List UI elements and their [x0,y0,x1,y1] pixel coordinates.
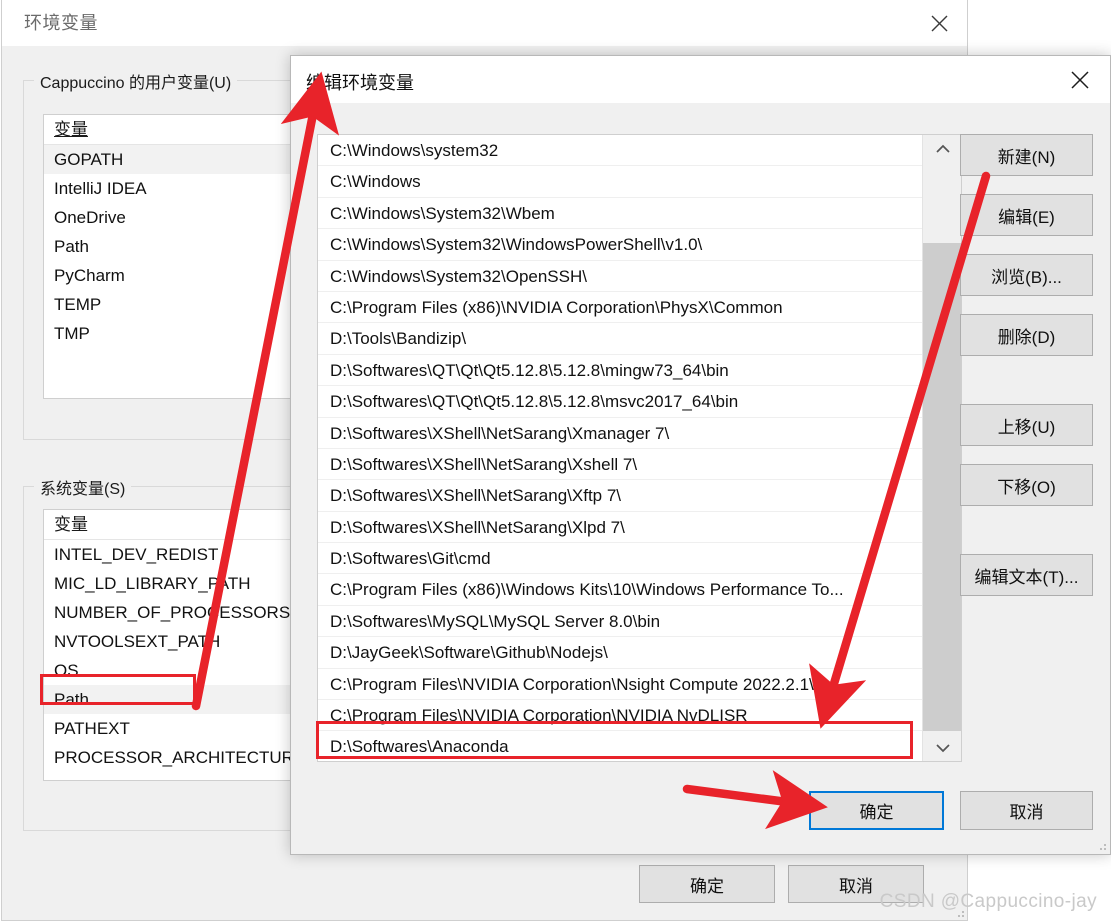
list-item[interactable]: D:\Softwares\QT\Qt\Qt5.12.8\5.12.8\mingw… [318,355,961,387]
system-variables-column-header-label: 变量 [54,515,88,534]
annotation-box-path-row [40,674,196,705]
chevron-down-icon[interactable] [923,734,961,761]
close-icon[interactable] [911,0,967,46]
list-item[interactable]: D:\Softwares\XShell\NetSarang\Xmanager 7… [318,418,961,449]
bg-ok-button[interactable]: 确定 [639,865,775,903]
list-item[interactable]: D:\JayGeek\Software\Github\Nodejs\ [318,637,961,669]
list-item[interactable]: D:\Softwares\Git\cmd [318,543,961,575]
new-button[interactable]: 新建(N) [960,134,1093,176]
screen: 环境变量 Cappuccino 的用户变量(U) 变量 GOPATH Intel… [0,0,1111,921]
edit-button[interactable]: 编辑(E) [960,194,1093,236]
watermark: CSDN @Cappuccino-jay [879,891,1097,912]
list-item[interactable]: C:\Windows\system32 [318,135,961,167]
bg-window-titlebar: 环境变量 [2,0,967,46]
user-variables-column-header-label: 变量 [54,120,88,139]
list-item[interactable]: C:\Windows\System32\WindowsPowerShell\v1… [318,229,961,261]
edit-dialog-titlebar: 编辑环境变量 [291,56,1110,103]
scrollbar-thumb[interactable] [923,243,961,731]
edit-cancel-button[interactable]: 取消 [960,791,1093,830]
move-down-button[interactable]: 下移(O) [960,464,1093,506]
list-item[interactable]: D:\Softwares\MySQL\MySQL Server 8.0\bin [318,606,961,638]
path-list-scrollbar[interactable] [922,135,961,761]
list-item[interactable]: C:\Windows\System32\Wbem [318,198,961,230]
user-variables-legend: Cappuccino 的用户变量(U) [34,69,238,93]
delete-button[interactable]: 删除(D) [960,314,1093,356]
edit-text-button[interactable]: 编辑文本(T)... [960,554,1093,596]
list-item[interactable]: D:\Softwares\XShell\NetSarang\Xlpd 7\ [318,512,961,544]
list-item[interactable]: C:\Windows [318,166,961,198]
chevron-up-icon[interactable] [923,135,961,162]
list-item[interactable]: C:\Program Files\NVIDIA Corporation\Nsig… [318,669,961,701]
close-icon[interactable] [1050,56,1110,103]
edit-ok-button[interactable]: 确定 [809,791,944,830]
list-item[interactable]: D:\Softwares\XShell\NetSarang\Xftp 7\ [318,480,961,512]
edit-resize-grip[interactable] [1094,838,1106,850]
list-item[interactable]: D:\Tools\Bandizip\ [318,323,961,355]
list-item[interactable]: D:\Softwares\XShell\NetSarang\Xshell 7\ [318,449,961,481]
annotation-box-selected-entry [316,721,913,759]
edit-dialog-title: 编辑环境变量 [306,73,414,93]
list-item[interactable]: C:\Windows\System32\OpenSSH\ [318,261,961,292]
list-item[interactable]: C:\Program Files (x86)\NVIDIA Corporatio… [318,292,961,324]
list-item[interactable]: D:\Softwares\QT\Qt\Qt5.12.8\5.12.8\msvc2… [318,386,961,418]
list-item[interactable]: C:\Program Files (x86)\Windows Kits\10\W… [318,574,961,606]
browse-button[interactable]: 浏览(B)... [960,254,1093,296]
system-variables-legend: 系统变量(S) [34,475,132,499]
bg-window-title: 环境变量 [24,13,98,33]
move-up-button[interactable]: 上移(U) [960,404,1093,446]
path-entries-list[interactable]: C:\Windows\system32 C:\Windows C:\Window… [317,134,962,762]
